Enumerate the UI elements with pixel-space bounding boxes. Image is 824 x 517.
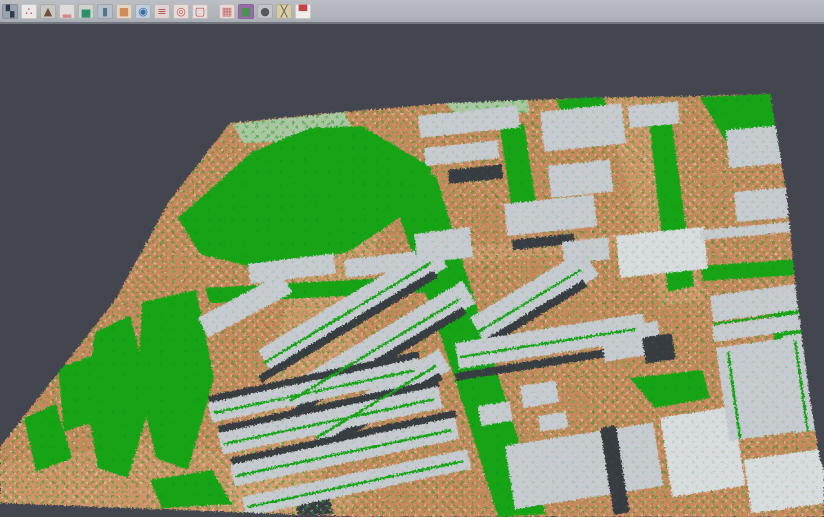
profile-icon[interactable]: ≡	[154, 4, 170, 19]
application-window: ▚∴▲▂▅▮■◉≡◎▢ ▦▩●╳▀	[0, 0, 824, 517]
point-cloud-scene[interactable]	[0, 24, 824, 517]
extent-icon[interactable]: ▢	[192, 4, 208, 19]
hill-icon[interactable]: ▅	[78, 4, 94, 19]
measure-icon[interactable]: ╳	[276, 4, 292, 19]
panel-icon[interactable]: ▮	[97, 4, 113, 19]
terrain-icon[interactable]: ▲	[40, 4, 56, 19]
target-icon[interactable]: ◎	[173, 4, 189, 19]
surface-icon[interactable]: ▂	[59, 4, 75, 19]
viewport-3d[interactable]	[0, 24, 824, 517]
toolbar-separator	[211, 4, 219, 19]
classification-icon[interactable]: ▩	[238, 4, 254, 19]
select-icon[interactable]: ▚	[2, 4, 18, 19]
grid-icon[interactable]: ▦	[219, 4, 235, 19]
sphere-icon[interactable]: ●	[257, 4, 273, 19]
toolbar: ▚∴▲▂▅▮■◉≡◎▢ ▦▩●╳▀	[0, 0, 824, 24]
orthophoto-icon[interactable]: ■	[116, 4, 132, 19]
flag-icon[interactable]: ▀	[295, 4, 311, 19]
points-icon[interactable]: ∴	[21, 4, 37, 19]
globe-icon[interactable]: ◉	[135, 4, 151, 19]
